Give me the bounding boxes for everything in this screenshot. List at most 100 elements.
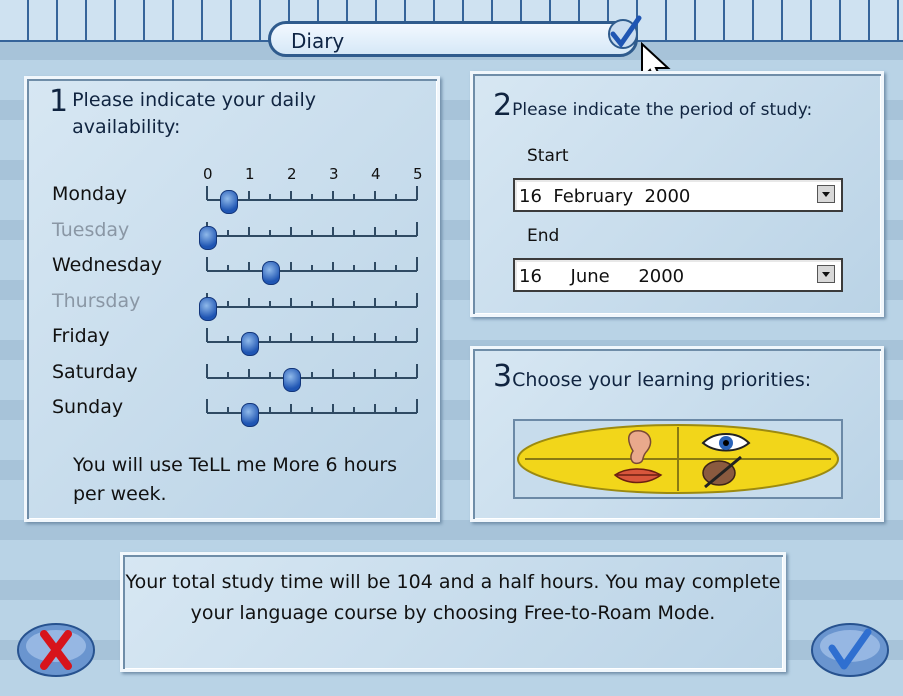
slider-knob-wednesday[interactable]	[262, 261, 280, 285]
slider-tick	[395, 265, 397, 271]
slider-tick	[290, 404, 292, 413]
slider-tick	[206, 186, 208, 200]
slider-tick	[353, 407, 355, 413]
slider-tick	[311, 336, 313, 342]
start-label: Start	[527, 146, 569, 166]
slider-tick	[332, 191, 334, 200]
slider-tick	[332, 368, 334, 378]
slider-tick	[416, 328, 418, 342]
slider-tick	[374, 297, 376, 307]
slider-tick	[353, 371, 355, 378]
slider-tick	[353, 336, 355, 342]
slider-tick	[227, 229, 229, 236]
slider-tick	[374, 368, 376, 378]
slider-tick	[269, 371, 271, 378]
step-number-3: 3	[493, 359, 513, 394]
slider-tick	[206, 257, 208, 271]
slider-tick	[290, 191, 292, 200]
start-date-select[interactable]: 16 February 2000	[513, 178, 843, 212]
end-date-value: 16 June 2000	[519, 266, 685, 287]
slider-knob-monday[interactable]	[220, 190, 238, 214]
slider-tick	[374, 333, 376, 342]
slider-tick	[311, 407, 313, 413]
slider-tick	[416, 257, 418, 271]
step-number-1: 1	[49, 84, 69, 119]
slider-knob-thursday[interactable]	[199, 296, 217, 321]
day-label-saturday: Saturday	[52, 360, 138, 383]
scale-number: 3	[329, 165, 339, 183]
slider-tick	[395, 407, 397, 413]
slider-tick	[227, 300, 229, 307]
cancel-button[interactable]	[16, 620, 96, 680]
slider-tick	[227, 265, 229, 271]
slider-tick	[353, 300, 355, 307]
end-dropdown-button[interactable]	[817, 265, 835, 283]
window-title: Diary	[291, 29, 345, 53]
slider-tick	[206, 399, 208, 413]
day-label-tuesday: Tuesday	[52, 218, 130, 241]
priorities-heading: 3Choose your learning priorities:	[493, 359, 811, 394]
slider-tick	[269, 300, 271, 307]
study-summary-message: Your total study time will be 104 and a …	[125, 571, 781, 624]
slider-tick	[269, 336, 271, 342]
scale-number: 4	[371, 165, 381, 183]
priorities-instruction: Choose your learning priorities:	[512, 369, 812, 391]
scale-number: 1	[245, 165, 255, 183]
start-dropdown-button[interactable]	[817, 185, 835, 203]
slider-knob-saturday[interactable]	[283, 367, 301, 392]
slider-tick	[227, 371, 229, 378]
slider-tick	[332, 404, 334, 413]
priorities-selector	[513, 419, 843, 499]
slider-tick	[395, 300, 397, 307]
slider-tick	[248, 226, 250, 236]
day-label-friday: Friday	[52, 325, 110, 347]
day-label-sunday: Sunday	[52, 396, 124, 418]
slider-knob-sunday[interactable]	[241, 403, 259, 427]
slider-tick	[395, 194, 397, 200]
slider-tick	[248, 262, 250, 271]
slider-knob-friday[interactable]	[241, 332, 259, 356]
slider-tick	[290, 333, 292, 342]
end-date-select[interactable]: 16 June 2000	[513, 258, 843, 292]
slider-tick	[416, 292, 418, 307]
day-label-thursday: Thursday	[52, 289, 141, 312]
end-label: End	[527, 226, 560, 246]
slider-tick	[374, 226, 376, 236]
slider-tick	[269, 194, 271, 200]
chevron-down-icon	[822, 192, 830, 197]
slider-tick	[416, 363, 418, 378]
scale-number: 0	[203, 165, 213, 183]
start-date-value: 16 February 2000	[519, 186, 691, 207]
slider-knob-tuesday[interactable]	[199, 225, 217, 250]
step-number-2: 2	[493, 88, 513, 123]
slider-tick	[416, 186, 418, 200]
slider-tick	[395, 371, 397, 378]
scale-number: 5	[413, 165, 423, 183]
chevron-down-icon	[822, 272, 830, 277]
slider-tick	[311, 300, 313, 307]
weekly-hours-summary: You will use TeLL me More 6 hours per we…	[73, 454, 398, 505]
slider-tick	[353, 229, 355, 236]
slider-tick	[332, 333, 334, 342]
slider-tick	[395, 336, 397, 342]
learning-priorities-panel: 3Choose your learning priorities:	[470, 346, 884, 522]
slider-tick	[290, 297, 292, 307]
slider-tick	[353, 265, 355, 271]
slider-tick	[206, 363, 208, 378]
availability-instruction: Please indicate your daily availability:	[72, 89, 316, 138]
availability-panel: 1 Please indicate your daily availabilit…	[24, 76, 440, 522]
slider-tick	[227, 407, 229, 413]
slider-tick	[353, 194, 355, 200]
title-bar: Diary	[268, 15, 642, 57]
ok-button[interactable]	[810, 620, 890, 680]
priorities-oval	[517, 424, 839, 494]
day-label-wednesday: Wednesday	[52, 254, 163, 276]
slider-tick	[374, 191, 376, 200]
slider-tick	[374, 262, 376, 271]
slider-tick	[290, 226, 292, 236]
slider-tick	[248, 368, 250, 378]
slider-tick	[206, 328, 208, 342]
availability-heading: 1 Please indicate your daily availabilit…	[49, 87, 379, 141]
slider-tick	[332, 262, 334, 271]
period-instruction: Please indicate the period of study:	[512, 100, 813, 120]
